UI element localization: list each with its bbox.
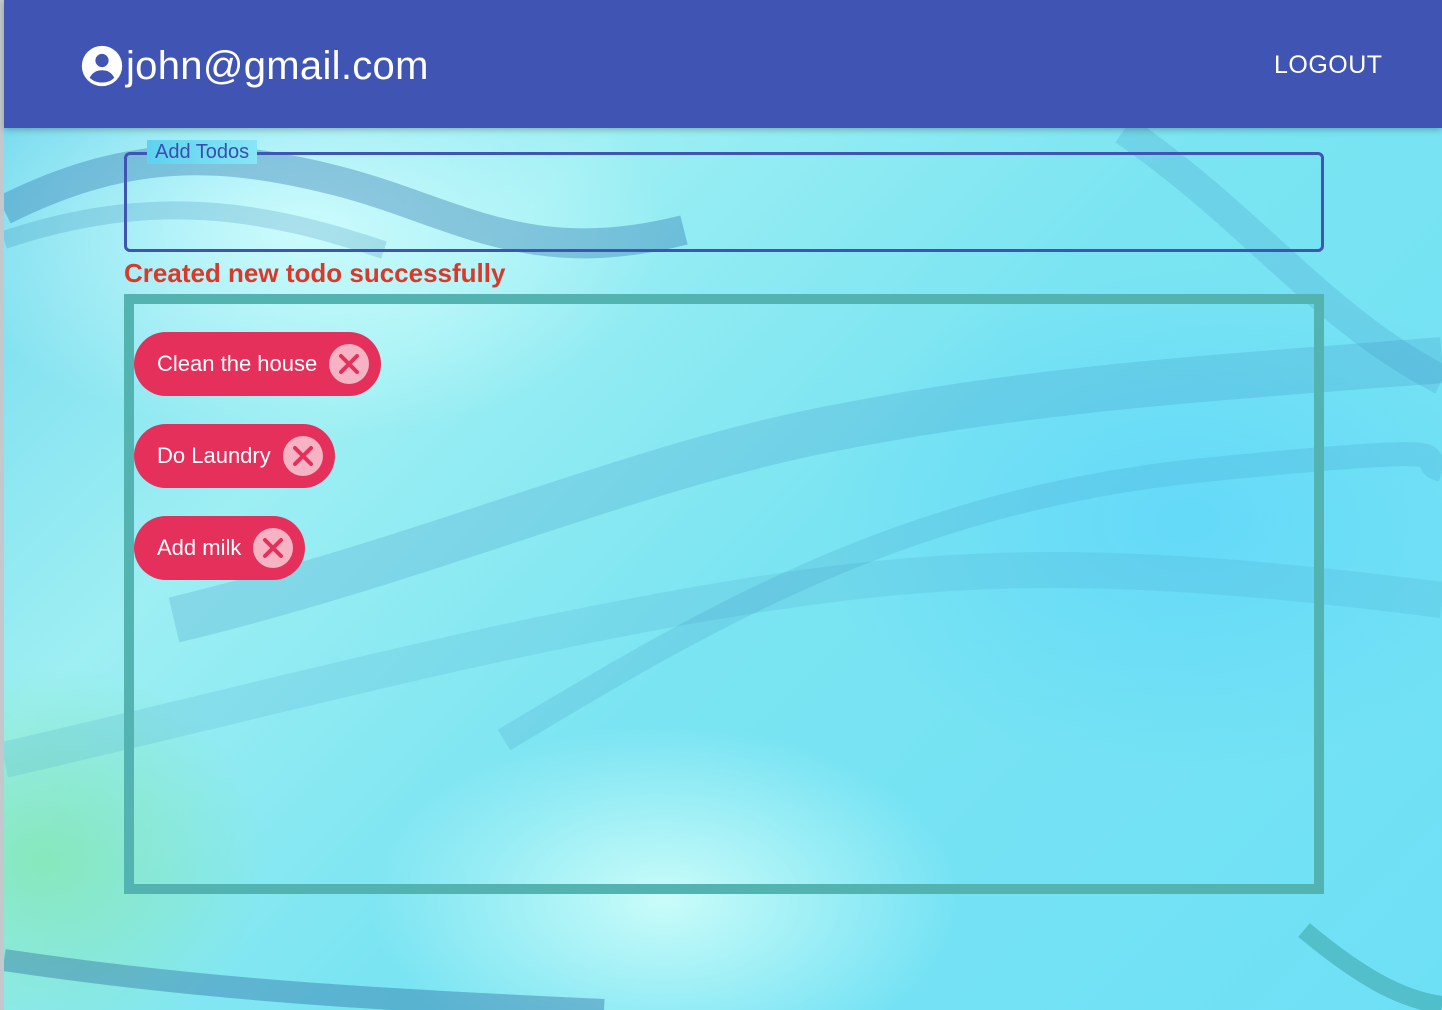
todo-chip-label: Add milk	[157, 535, 242, 560]
user-info: john@gmail.com	[80, 40, 429, 92]
account-circle-icon	[80, 44, 124, 88]
cancel-circle-icon[interactable]	[253, 528, 294, 568]
cancel-circle-icon[interactable]	[329, 344, 370, 384]
add-todo-field[interactable]: Add Todos	[124, 140, 1324, 252]
add-todo-input[interactable]	[127, 155, 1321, 249]
logout-button[interactable]: LOGOUT	[1262, 44, 1395, 86]
add-todo-label: Add Todos	[147, 140, 258, 164]
cancel-circle-icon[interactable]	[282, 436, 323, 476]
todo-chip[interactable]: Do Laundry	[134, 424, 335, 488]
user-email: john@gmail.com	[126, 44, 429, 88]
todo-chip[interactable]: Add milk	[134, 516, 306, 580]
status-message: Created new todo successfully	[124, 258, 506, 288]
todo-chip-label: Clean the house	[157, 351, 318, 376]
todo-list: Clean the house Do Laundry Add milk	[124, 294, 1324, 894]
todo-chip[interactable]: Clean the house	[134, 332, 382, 396]
todo-chip-label: Do Laundry	[157, 443, 271, 468]
app-bar: john@gmail.com LOGOUT	[4, 0, 1442, 128]
